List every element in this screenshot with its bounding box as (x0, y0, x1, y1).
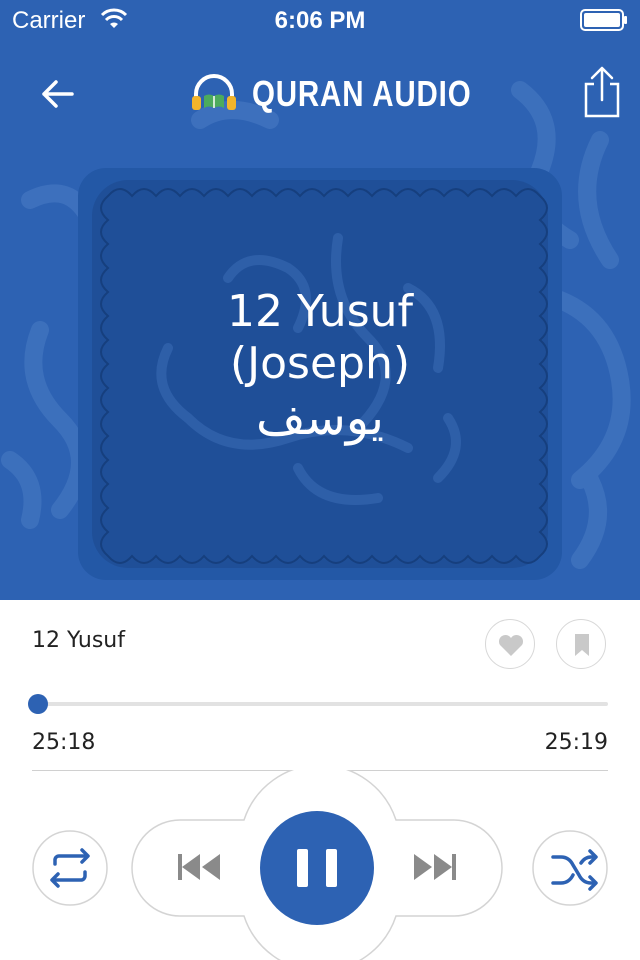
surah-title-line1: 12 Yusuf (227, 286, 413, 337)
header-background: Carrier 6:06 PM QURAN AUDIO 12 Yusuf (Jo… (0, 0, 640, 600)
track-title: 12 Yusuf (32, 628, 125, 653)
progress-track (32, 702, 608, 706)
app-logo: QURAN AUDIO (190, 70, 520, 118)
status-time: 6:06 PM (274, 7, 366, 34)
heart-icon (498, 634, 524, 656)
progress-knob[interactable] (28, 694, 48, 714)
favorite-button[interactable] (485, 619, 535, 669)
nav-bar: QURAN AUDIO (0, 56, 640, 132)
pause-button[interactable] (260, 811, 374, 925)
battery-icon (580, 9, 627, 31)
app-title: QURAN AUDIO (252, 73, 472, 114)
bookmark-icon (575, 634, 589, 656)
arrow-left-icon[interactable] (32, 70, 84, 118)
status-bar: Carrier 6:06 PM (0, 0, 640, 40)
share-icon[interactable] (578, 64, 626, 120)
headphones-book-icon (192, 74, 236, 110)
repeat-button[interactable] (33, 831, 107, 905)
surah-artwork: 12 Yusuf (Joseph) يوسف (78, 168, 562, 580)
progress-slider[interactable] (28, 694, 608, 714)
surah-arabic-name: يوسف (255, 390, 385, 446)
elapsed-time: 25:18 (32, 730, 96, 755)
total-time: 25:19 (544, 730, 608, 755)
previous-button[interactable] (165, 840, 235, 896)
bookmark-button[interactable] (556, 619, 606, 669)
next-button[interactable] (400, 840, 470, 896)
shuffle-button[interactable] (533, 831, 607, 905)
surah-title: 12 Yusuf (Joseph) (78, 286, 562, 390)
surah-title-line2: (Joseph) (229, 338, 411, 389)
